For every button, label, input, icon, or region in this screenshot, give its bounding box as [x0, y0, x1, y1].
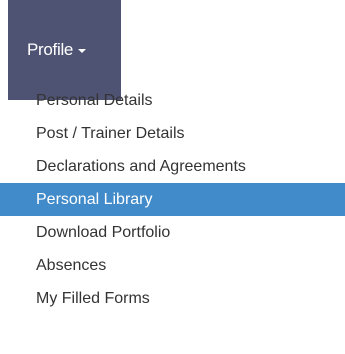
menu-item-absences[interactable]: Absences [0, 249, 345, 282]
menu-item-download-portfolio[interactable]: Download Portfolio [0, 216, 345, 249]
menu-item-my-filled-forms[interactable]: My Filled Forms [0, 282, 345, 315]
menu-item-personal-details[interactable]: Personal Details [0, 84, 345, 117]
menu-item-post-trainer-details[interactable]: Post / Trainer Details [0, 117, 345, 150]
caret-down-icon [78, 48, 87, 53]
profile-dropdown-menu: Personal Details Post / Trainer Details … [0, 84, 345, 315]
profile-label: Profile [27, 40, 74, 59]
menu-item-personal-library[interactable]: Personal Library [0, 183, 345, 216]
menu-item-declarations-and-agreements[interactable]: Declarations and Agreements [0, 150, 345, 183]
